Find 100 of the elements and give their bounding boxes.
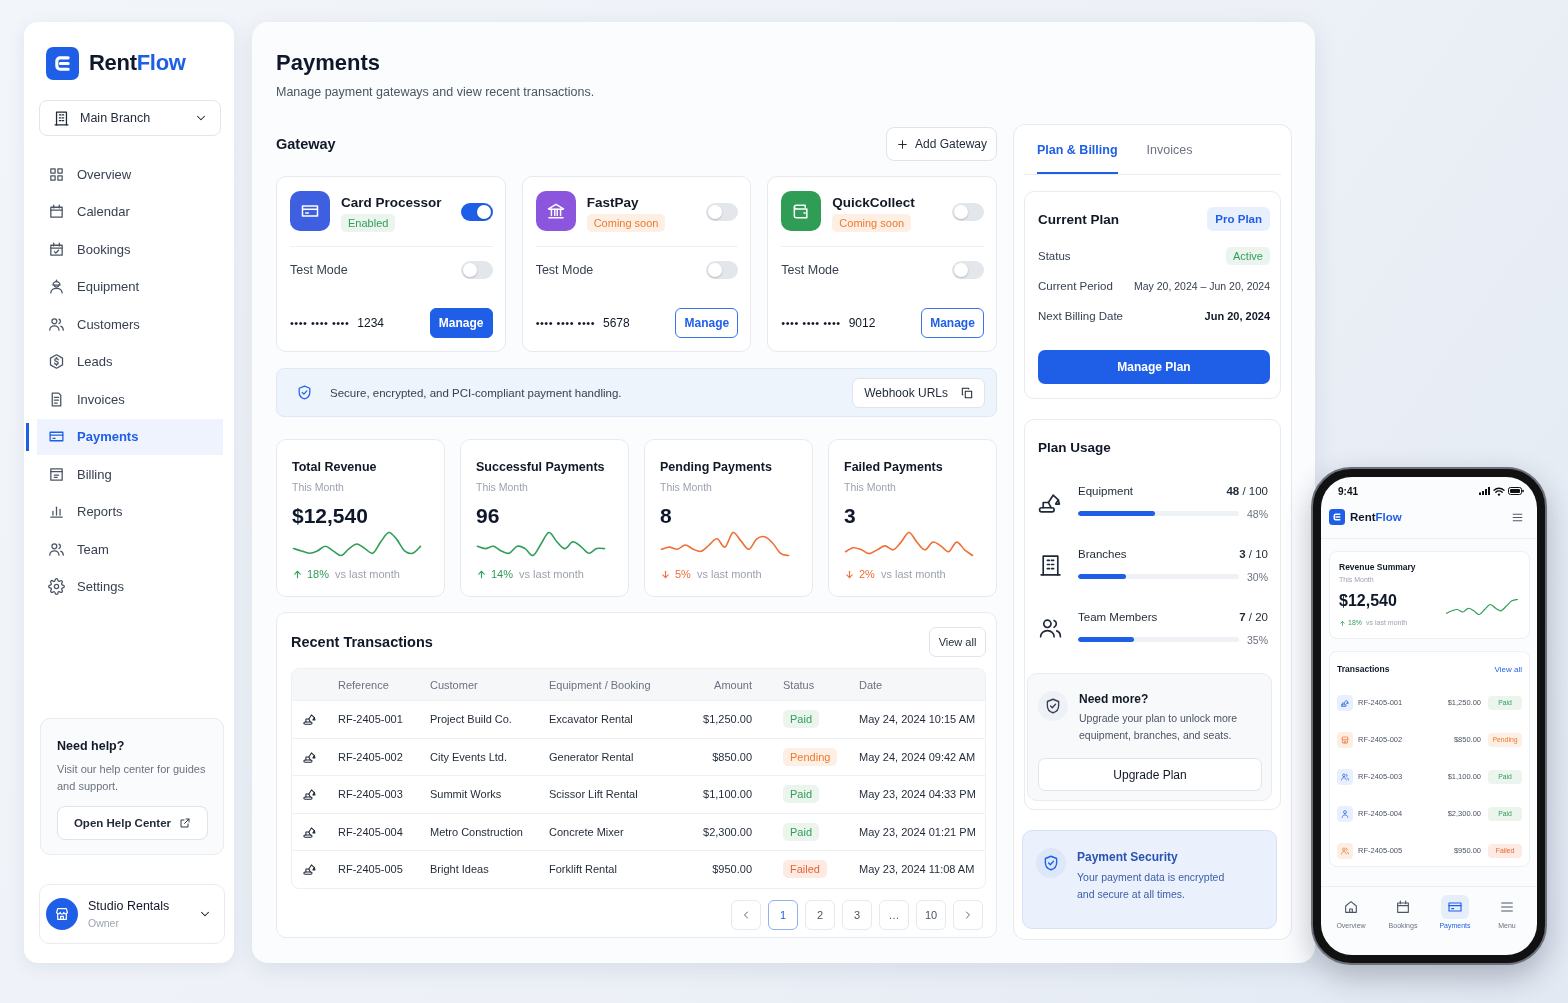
nav-item[interactable]: Team bbox=[26, 531, 223, 567]
table-cell: RF-2405-005 bbox=[338, 863, 403, 876]
view-all-link[interactable]: View all bbox=[1494, 664, 1522, 674]
previous-page-button[interactable] bbox=[731, 899, 761, 930]
nav-item[interactable]: Leads bbox=[26, 343, 223, 380]
stat-value: 8 bbox=[660, 503, 672, 529]
credit-card-icon bbox=[1441, 895, 1469, 919]
table-cell: Scissor Lift Rental bbox=[549, 788, 638, 801]
tab[interactable]: Plan & Billing bbox=[1037, 125, 1118, 174]
status-tag: Pending bbox=[783, 747, 838, 766]
page-button[interactable]: 1 bbox=[768, 899, 798, 930]
table-cell: RF-2405-001 bbox=[338, 713, 403, 726]
nav-item[interactable]: Settings bbox=[26, 568, 223, 605]
manage-plan-button[interactable]: Manage Plan bbox=[1038, 350, 1270, 384]
table-cell: May 24, 2024 10:15 AM bbox=[859, 713, 976, 726]
upgrade-text: Upgrade your plan to unlock more equipment, branches, and seats. bbox=[1079, 711, 1239, 743]
table-cell: May 23, 2024 01:21 PM bbox=[859, 825, 976, 838]
gateway-name: QuickCollect bbox=[832, 195, 915, 210]
manage-button[interactable]: Manage bbox=[675, 308, 739, 338]
store-icon bbox=[1337, 731, 1353, 748]
next-page-button[interactable] bbox=[953, 899, 983, 930]
status-tag: Coming soon bbox=[586, 214, 666, 232]
nav-item[interactable]: Payments bbox=[26, 418, 223, 455]
nav-item[interactable]: Equipment bbox=[26, 268, 223, 305]
people-icon bbox=[48, 540, 65, 558]
excavator-icon bbox=[303, 712, 317, 727]
people-icon bbox=[1337, 768, 1353, 785]
nav-item[interactable]: Reports bbox=[26, 493, 223, 530]
page-button[interactable]: … bbox=[879, 899, 909, 930]
masked-number: •••• •••• •••• bbox=[290, 317, 350, 329]
stat-change: 5% bbox=[675, 567, 691, 581]
table-cell: Metro Construction bbox=[430, 825, 523, 838]
stat-period: This Month bbox=[660, 480, 712, 494]
calendar-check-icon bbox=[48, 240, 65, 258]
nav-item[interactable]: Bookings bbox=[26, 231, 223, 267]
page-button[interactable]: 10 bbox=[916, 899, 946, 930]
wifi-icon bbox=[1493, 486, 1505, 496]
manage-button[interactable]: Manage bbox=[429, 308, 493, 338]
stat-value: $12,540 bbox=[292, 503, 368, 529]
column-header: Status bbox=[783, 678, 815, 691]
signal-icon bbox=[1479, 487, 1490, 495]
column-header: Customer bbox=[430, 678, 478, 691]
table-cell: Excavator Rental bbox=[549, 713, 633, 726]
masked-number: •••• •••• •••• bbox=[535, 317, 595, 329]
building-icon bbox=[1038, 552, 1063, 578]
gateway-name: FastPay bbox=[586, 195, 639, 210]
manage-button[interactable]: Manage bbox=[921, 308, 984, 338]
logo-icon bbox=[1329, 509, 1345, 525]
view-all-button[interactable]: View all bbox=[929, 627, 986, 657]
add-gateway-button[interactable]: Add Gateway bbox=[886, 127, 997, 161]
stat-note: vs last month bbox=[519, 567, 584, 581]
excavator-icon bbox=[303, 749, 317, 764]
table-cell: Summit Works bbox=[430, 788, 502, 801]
nav-item[interactable]: Customers bbox=[26, 306, 223, 342]
nav-item[interactable]: Invoices bbox=[26, 381, 223, 417]
avatar-icon bbox=[46, 898, 78, 930]
branch-dropdown[interactable]: Main Branch bbox=[39, 100, 221, 136]
status-time: 9:41 bbox=[1338, 485, 1358, 497]
page-button[interactable]: 3 bbox=[842, 899, 872, 930]
page-title: Payments bbox=[276, 49, 381, 77]
test-mode-label: Test Mode bbox=[781, 263, 839, 277]
stat-change: 18% bbox=[307, 567, 330, 581]
stat-period: This Month bbox=[476, 480, 528, 494]
toggle-switch[interactable] bbox=[706, 261, 739, 279]
plus-icon bbox=[895, 137, 909, 151]
tab[interactable]: Invoices bbox=[1146, 125, 1193, 174]
account-switcher[interactable]: Studio Rentals Owner bbox=[39, 884, 225, 944]
masked-number: •••• •••• •••• bbox=[781, 317, 841, 329]
brand-name: RentFlow bbox=[89, 50, 186, 76]
status-tag: Paid bbox=[783, 710, 820, 729]
column-header: Reference bbox=[338, 678, 389, 691]
detail-value: May 20, 2024 – Jun 20, 2024 bbox=[1133, 280, 1270, 292]
toggle-switch[interactable] bbox=[952, 203, 984, 221]
dollar-hexagon-icon bbox=[48, 353, 65, 370]
nav-item[interactable]: Overview bbox=[26, 156, 223, 192]
toggle-switch[interactable] bbox=[706, 203, 739, 221]
webhook-urls-button[interactable]: Webhook URLs bbox=[852, 377, 985, 408]
table-cell: $950.00 bbox=[712, 863, 752, 876]
toggle-switch[interactable] bbox=[952, 261, 984, 279]
page-button[interactable]: 2 bbox=[805, 899, 835, 930]
toggle-switch[interactable] bbox=[460, 203, 493, 221]
usage-label: Equipment bbox=[1078, 484, 1133, 497]
notice-text: Secure, encrypted, and PCI-compliant payment handling. bbox=[330, 386, 622, 399]
usage-percent: 48% bbox=[1247, 507, 1268, 520]
nav-item[interactable]: Calendar bbox=[26, 193, 223, 230]
table-cell: $1,100.00 bbox=[703, 788, 752, 801]
upgrade-plan-button[interactable]: Upgrade Plan bbox=[1038, 758, 1262, 791]
usage-percent: 30% bbox=[1247, 570, 1268, 583]
person-icon bbox=[1337, 805, 1353, 822]
help-center-button[interactable]: Open Help Center bbox=[57, 806, 208, 840]
stat-value: 96 bbox=[476, 503, 500, 529]
column-header: Equipment / Booking bbox=[549, 678, 651, 691]
nav-item[interactable]: Billing bbox=[26, 456, 223, 492]
usage-count: 48 / 100 bbox=[1226, 484, 1268, 497]
table-cell: $1,250.00 bbox=[703, 713, 752, 726]
detail-label: Current Period bbox=[1038, 280, 1113, 292]
help-title: Need help? bbox=[57, 739, 126, 753]
card-title: Transactions bbox=[1337, 663, 1390, 675]
toggle-switch[interactable] bbox=[460, 261, 493, 279]
table-cell: Project Build Co. bbox=[430, 713, 512, 726]
